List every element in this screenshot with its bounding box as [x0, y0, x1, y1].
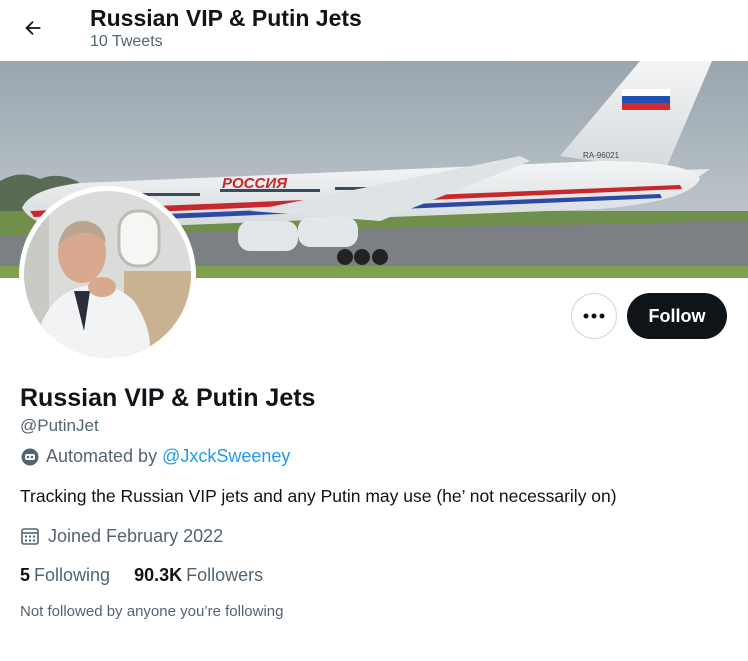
more-options-button[interactable]: [571, 293, 617, 339]
more-dots-icon: [583, 313, 605, 319]
followers-count: 90.3K: [134, 565, 183, 585]
top-bar: Russian VIP & Putin Jets 10 Tweets: [0, 0, 748, 61]
joined-text: Joined February 2022: [48, 525, 224, 546]
back-arrow-icon: [25, 20, 41, 36]
automated-prefix: Automated by: [46, 446, 158, 466]
follow-stats: 5 Following 90.3K Followers: [20, 565, 287, 586]
follow-button[interactable]: Follow: [627, 293, 727, 339]
calendar-icon: [20, 525, 42, 547]
registration-text: RA-96021: [583, 151, 620, 160]
profile-handle: @PutinJet: [20, 416, 99, 435]
profile-name: Russian VIP & Putin Jets: [20, 384, 316, 412]
back-button[interactable]: [18, 13, 48, 43]
avatar-image: [24, 191, 191, 358]
followers-link[interactable]: 90.3K Followers: [134, 565, 263, 586]
following-count: 5: [20, 565, 31, 585]
automated-by-link[interactable]: @JxckSweeney: [162, 446, 290, 467]
profile-avatar[interactable]: [19, 186, 196, 363]
profile-bio: Tracking the Russian VIP jets and any Pu…: [20, 486, 617, 506]
following-link[interactable]: 5 Following: [20, 565, 110, 586]
tweet-count: 10 Tweets: [90, 33, 163, 50]
joined-date: Joined February 2022: [20, 525, 223, 547]
followers-label: Followers: [186, 565, 264, 585]
following-label: Following: [34, 565, 111, 585]
header-title: Russian VIP & Putin Jets: [90, 5, 362, 31]
bot-icon: [20, 447, 40, 467]
not-followed-note: Not followed by anyone you’re following: [20, 603, 284, 620]
automated-label: Automated by @JxckSweeney: [20, 446, 290, 467]
